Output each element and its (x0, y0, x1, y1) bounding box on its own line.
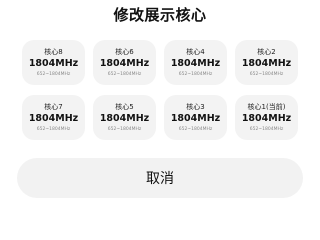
core-card-6[interactable]: 核心6 1804MHz 652~1804MHz (93, 40, 156, 85)
core-name: 核心7 (44, 103, 63, 111)
core-frequency: 1804MHz (170, 58, 221, 69)
core-card-2[interactable]: 核心2 1804MHz 652~1804MHz (235, 40, 298, 85)
core-frequency: 1804MHz (28, 58, 79, 69)
core-card-8[interactable]: 核心8 1804MHz 652~1804MHz (22, 40, 85, 85)
core-frequency: 1804MHz (241, 58, 292, 69)
core-name: 核心2 (257, 48, 276, 56)
core-name: 核心8 (44, 48, 63, 56)
core-name: 核心3 (186, 103, 205, 111)
core-frequency: 1804MHz (99, 113, 150, 124)
core-card-5[interactable]: 核心5 1804MHz 652~1804MHz (93, 95, 156, 140)
core-name: 核心1(当前) (247, 103, 286, 111)
core-card-7[interactable]: 核心7 1804MHz 652~1804MHz (22, 95, 85, 140)
core-frequency-range: 652~1804MHz (36, 127, 71, 132)
core-frequency: 1804MHz (170, 113, 221, 124)
core-frequency-range: 652~1804MHz (107, 72, 142, 77)
core-frequency-range: 652~1804MHz (178, 72, 213, 77)
core-frequency-range: 652~1804MHz (178, 127, 213, 132)
select-core-dialog: 修改展示核心 核心8 1804MHz 652~1804MHz 核心6 1804M… (0, 0, 320, 205)
core-name: 核心6 (115, 48, 134, 56)
core-name: 核心4 (186, 48, 205, 56)
core-frequency: 1804MHz (99, 58, 150, 69)
cancel-button[interactable]: 取消 (17, 158, 303, 198)
core-card-3[interactable]: 核心3 1804MHz 652~1804MHz (164, 95, 227, 140)
core-frequency: 1804MHz (241, 113, 292, 124)
core-frequency-range: 652~1804MHz (249, 72, 284, 77)
dialog-title: 修改展示核心 (113, 6, 207, 24)
core-frequency: 1804MHz (28, 113, 79, 124)
core-grid: 核心8 1804MHz 652~1804MHz 核心6 1804MHz 652~… (22, 40, 298, 140)
core-name: 核心5 (115, 103, 134, 111)
core-frequency-range: 652~1804MHz (36, 72, 71, 77)
core-card-4[interactable]: 核心4 1804MHz 652~1804MHz (164, 40, 227, 85)
core-frequency-range: 652~1804MHz (249, 127, 284, 132)
core-frequency-range: 652~1804MHz (107, 127, 142, 132)
core-card-1-current[interactable]: 核心1(当前) 1804MHz 652~1804MHz (235, 95, 298, 140)
